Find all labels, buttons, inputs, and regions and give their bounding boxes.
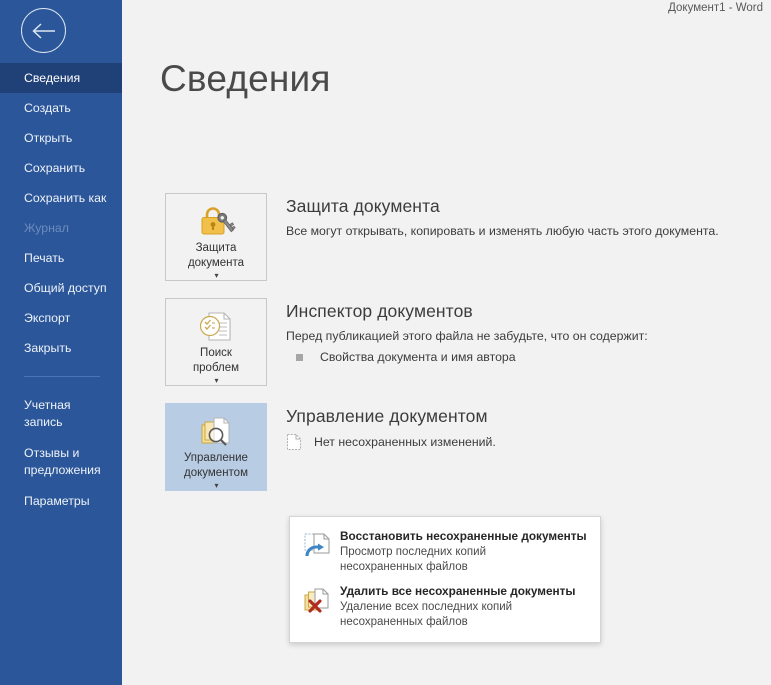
sidebar-separator [24,376,100,377]
chevron-down-icon: ▾ [214,481,219,490]
recover-document-text: Восстановить несохраненные документы Про… [340,529,590,574]
protect-document-label: Защита документа [187,242,245,269]
inspect-document-title: Инспектор документов [286,301,473,321]
inspect-document-description: Перед публикацией этого файла не забудьт… [286,329,648,343]
delete-documents-subtitle: Удаление всех последних копий несохранен… [340,601,513,628]
section-manage-document: Управление документом ▾ Управление докум… [165,403,751,491]
delete-documents-icon [302,585,332,615]
manage-document-body: Управление документом Нет несохраненных … [286,403,751,451]
page-title: Сведения [160,58,331,99]
sidebar-item-info[interactable]: Сведения [0,63,122,93]
menu-item-delete-all-unsaved-documents[interactable]: Удалить все несохраненные документы Удал… [290,579,600,634]
delete-documents-title: Удалить все несохраненные документы [340,584,576,598]
sidebar-item-account[interactable]: Учетная запись [0,390,122,438]
recover-document-subtitle: Просмотр последних копий несохраненных ф… [340,546,487,573]
menu-item-recover-unsaved-documents[interactable]: Восстановить несохраненные документы Про… [290,524,600,579]
chevron-down-icon: ▾ [214,376,219,385]
delete-documents-text: Удалить все несохраненные документы Удал… [340,584,590,629]
sidebar-item-open[interactable]: Открыть [0,123,122,153]
section-inspect-document: Поиск проблем ▾ Инспектор документов Пер… [165,298,751,386]
recover-document-icon [302,530,332,560]
sidebar-item-history: Журнал [24,221,69,235]
document-icon [287,434,301,450]
sidebar-item-print[interactable]: Печать [0,243,122,273]
bullet-square-icon [296,353,303,361]
document-search-icon [195,413,237,449]
manage-document-status-text: Нет несохраненных изменений. [314,435,496,449]
manage-document-title: Управление документом [286,406,488,426]
manage-document-status-row: Нет несохраненных изменений. [286,433,751,451]
backstage-content: Сведения Защита документа ▾ Защита докум… [122,0,771,685]
manage-document-dropdown-menu: Восстановить несохраненные документы Про… [289,516,601,643]
sidebar-item-share[interactable]: Общий доступ [0,273,122,303]
check-for-issues-button[interactable]: Поиск проблем ▾ [165,298,267,386]
protect-document-button[interactable]: Защита документа ▾ [165,193,267,281]
sidebar-item-save-as[interactable]: Сохранить как [0,183,122,213]
inspect-document-bullet: Свойства документа и имя автора [286,350,751,364]
inspect-document-body: Инспектор документов Перед публикацией э… [286,298,751,364]
recover-document-title: Восстановить несохраненные документы [340,529,587,543]
manage-document-button[interactable]: Управление документом ▾ [165,403,267,491]
sidebar-item-new[interactable]: Создать [0,93,122,123]
document-checklist-icon [195,308,237,344]
sidebar-nav: Сведения Создать Открыть Сохранить Сохра… [0,63,122,516]
backstage-sidebar: Сведения Создать Открыть Сохранить Сохра… [0,0,122,685]
inspect-document-bullet-text: Свойства документа и имя автора [320,350,516,364]
sidebar-item-close[interactable]: Закрыть [0,333,122,363]
sidebar-item-save[interactable]: Сохранить [0,153,122,183]
document-title: Документ1 - Word [668,2,763,14]
protect-document-title: Защита документа [286,196,440,216]
sidebar-item-feedback[interactable]: Отзывы и предложения [0,438,122,486]
protect-document-body: Защита документа Все могут открывать, ко… [286,193,751,240]
lock-key-icon [195,203,237,239]
section-protect-document: Защита документа ▾ Защита документа Все … [165,193,751,281]
back-arrow-icon [31,22,55,39]
chevron-down-icon: ▾ [214,271,219,280]
info-sections: Защита документа ▾ Защита документа Все … [165,193,751,508]
back-arrow-button[interactable] [21,8,66,53]
manage-document-label: Управление документом [184,452,248,479]
sidebar-item-options[interactable]: Параметры [0,486,122,516]
check-for-issues-label: Поиск проблем [192,347,240,374]
protect-document-description: Все могут открывать, копировать и изменя… [286,224,719,238]
sidebar-item-export[interactable]: Экспорт [0,303,122,333]
